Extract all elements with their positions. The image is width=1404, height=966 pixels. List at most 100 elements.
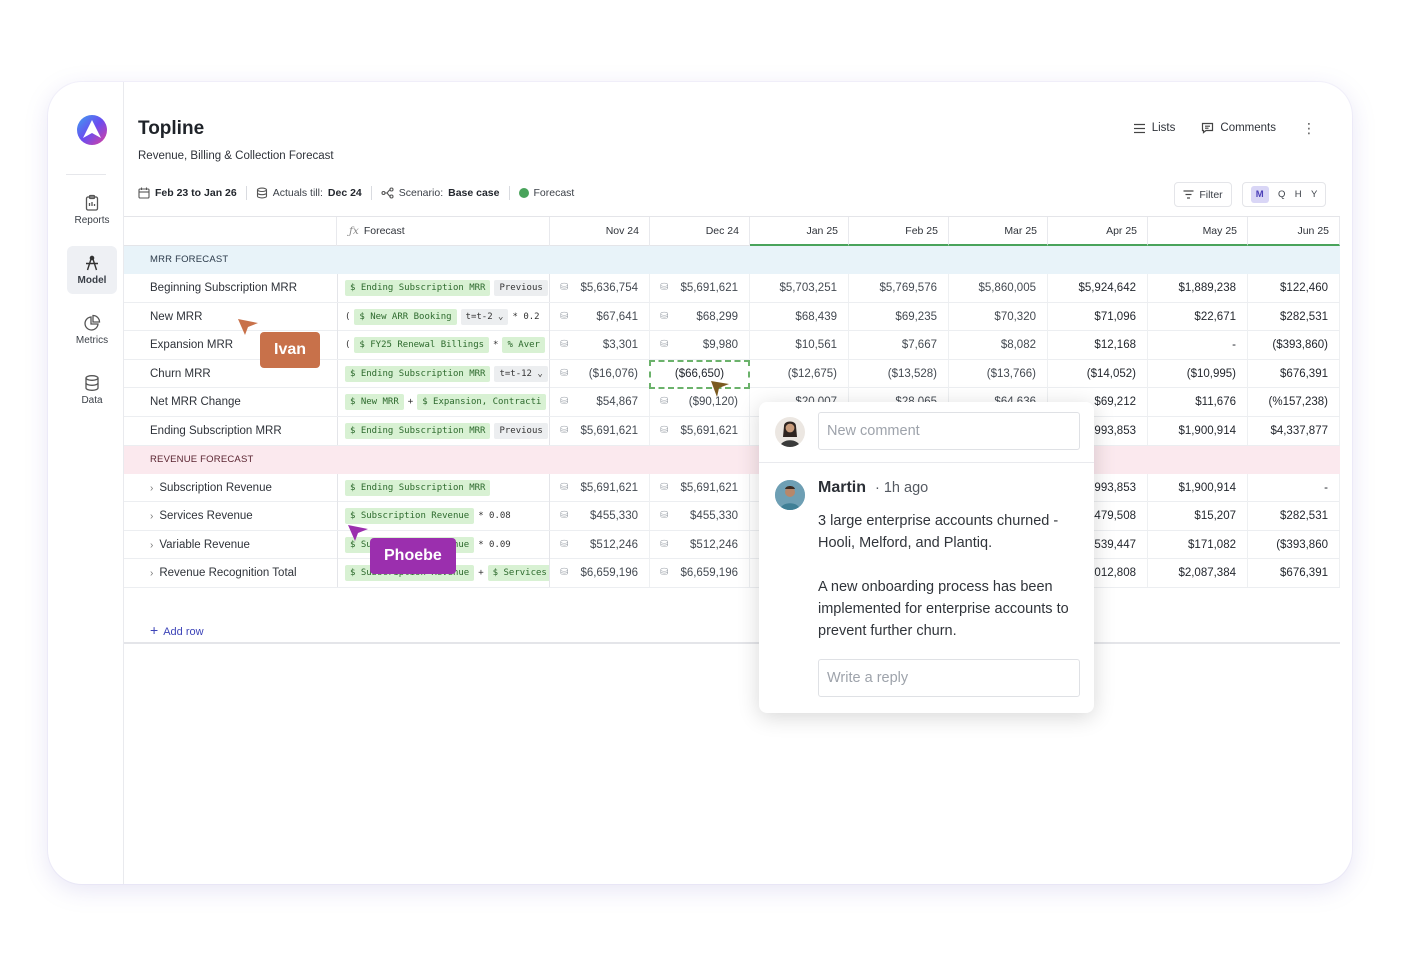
app-logo-icon[interactable]	[76, 114, 108, 146]
reply-input[interactable]: Write a reply	[818, 659, 1080, 697]
table-row[interactable]: Beginning Subscription MRR $ Ending Subsc…	[124, 274, 1340, 303]
new-comment-input[interactable]: New comment	[818, 412, 1080, 450]
formula-chip[interactable]: $ New MRR	[345, 394, 404, 411]
formula-cell[interactable]: $ New MRR + $ Expansion, Contracti	[337, 388, 550, 417]
comment-author[interactable]: Martin	[818, 479, 866, 497]
table-row[interactable]: › Subscription Revenue $ Ending Subscripti…	[124, 473, 1340, 503]
formula-cell[interactable]: $ Ending Subscription MRR Previous	[337, 274, 550, 302]
formula-cell[interactable]: $ Ending Subscription MRR Previous	[337, 417, 550, 445]
formula-chip[interactable]: Previous	[494, 423, 548, 439]
value-cell[interactable]: $171,082	[1148, 530, 1248, 559]
formula-chip[interactable]: t=t-2 ⌄	[460, 308, 509, 325]
value-cell[interactable]: -	[1248, 473, 1340, 502]
value-cell[interactable]: ⛁ ($16,076)	[550, 359, 650, 388]
value-cell[interactable]: ($10,995)	[1148, 359, 1248, 388]
value-cell[interactable]: $5,703,251	[750, 274, 849, 302]
value-cell[interactable]: ⛁ $9,980	[650, 331, 750, 360]
column-header[interactable]: Dec 24	[650, 217, 750, 246]
formula-cell[interactable]: ($ FY25 Renewal Billings *% Aver	[337, 331, 550, 360]
chevron-right-icon[interactable]: ›	[150, 568, 153, 579]
value-cell[interactable]: ⛁ $455,330	[550, 502, 650, 531]
value-cell[interactable]: $5,860,005	[949, 274, 1048, 302]
more-options-icon[interactable]: ⋮	[1302, 121, 1316, 135]
value-cell[interactable]: $282,531	[1248, 502, 1340, 531]
comments-button[interactable]: Comments	[1201, 122, 1276, 134]
value-cell[interactable]: ⛁ $5,691,621	[650, 473, 750, 502]
period-option-q[interactable]: Q	[1278, 189, 1285, 200]
value-cell[interactable]: ⛁ $67,641	[550, 302, 650, 331]
value-cell[interactable]: $12,168	[1048, 331, 1148, 360]
value-cell[interactable]: $71,096	[1048, 302, 1148, 331]
formula-chip[interactable]: $ Services	[487, 565, 549, 582]
table-row[interactable]: Ending Subscription MRR $ Ending Subscrip…	[124, 417, 1340, 446]
value-cell[interactable]: $10,561	[750, 331, 849, 360]
chevron-right-icon[interactable]: ›	[150, 540, 153, 551]
value-cell[interactable]: $122,460	[1248, 274, 1340, 302]
value-cell[interactable]: $69,235	[849, 302, 949, 331]
value-cell[interactable]: $1,889,238	[1148, 274, 1248, 302]
value-cell[interactable]: ⛁ $54,867	[550, 388, 650, 417]
row-name[interactable]: Churn MRR	[150, 360, 211, 388]
scenario-selector[interactable]: Scenario: Base case	[381, 187, 500, 199]
value-cell[interactable]: ⛁ $5,691,621	[550, 417, 650, 445]
row-name[interactable]: Expansion MRR	[150, 331, 233, 359]
value-cell[interactable]: ⛁ $6,659,196	[550, 559, 650, 588]
value-cell[interactable]: ⛁ $512,246	[650, 530, 750, 559]
formula-chip[interactable]: $ Ending Subscription MRR	[345, 479, 491, 496]
formula-chip[interactable]: $ Ending Subscription MRR	[345, 280, 491, 296]
period-option-y[interactable]: Y	[1311, 189, 1317, 200]
lists-button[interactable]: Lists	[1133, 122, 1175, 134]
value-cell[interactable]: $15,207	[1148, 502, 1248, 531]
value-cell[interactable]: $4,337,877	[1248, 417, 1340, 445]
value-cell[interactable]: ⛁ $512,246	[550, 530, 650, 559]
sidebar-item-data[interactable]: Data	[67, 366, 117, 414]
value-cell[interactable]: ⛁ $5,691,621	[650, 417, 750, 445]
formula-chip[interactable]: t=t-12 ⌄	[494, 365, 548, 382]
value-cell[interactable]: $5,769,576	[849, 274, 949, 302]
row-name[interactable]: New MRR	[150, 303, 202, 331]
row-name[interactable]: › Services Revenue	[150, 502, 253, 531]
value-cell[interactable]: $1,900,914	[1148, 417, 1248, 445]
sidebar-item-metrics[interactable]: Metrics	[67, 306, 117, 354]
column-header[interactable]: Jun 25	[1248, 217, 1340, 246]
period-option-h[interactable]: H	[1295, 189, 1302, 200]
value-cell[interactable]: $8,082	[949, 331, 1048, 360]
value-cell[interactable]: $68,439	[750, 302, 849, 331]
formula-chip[interactable]: $ Subscription Revenue	[345, 508, 475, 525]
value-cell[interactable]: ($13,766)	[949, 359, 1048, 388]
value-cell[interactable]: ⛁ $6,659,196	[650, 559, 750, 588]
value-cell[interactable]: $70,320	[949, 302, 1048, 331]
value-cell[interactable]: $22,671	[1148, 302, 1248, 331]
table-row[interactable]: ›Revenue Recognition Total$ Subscription…	[124, 559, 1340, 588]
row-name[interactable]: Beginning Subscription MRR	[150, 274, 297, 302]
row-name[interactable]: › Revenue Recognition Total	[150, 559, 297, 588]
formula-chip[interactable]: Previous	[494, 280, 548, 296]
sidebar-item-reports[interactable]: Reports	[67, 186, 117, 234]
value-cell[interactable]: ($14,052)	[1048, 359, 1148, 388]
sidebar-item-model[interactable]: Model	[67, 246, 117, 294]
formula-chip[interactable]: $ Ending Subscription MRR	[345, 365, 491, 382]
value-cell[interactable]: ($12,675)	[750, 359, 849, 388]
column-header[interactable]: May 25	[1148, 217, 1248, 246]
column-header[interactable]: Nov 24	[550, 217, 650, 246]
value-cell[interactable]: ($13,528)	[849, 359, 949, 388]
add-row-button[interactable]: + Add row	[150, 622, 204, 638]
value-cell[interactable]: $1,900,914	[1148, 473, 1248, 502]
row-name[interactable]: › Variable Revenue	[150, 531, 250, 560]
value-cell[interactable]: $2,087,384	[1148, 559, 1248, 588]
table-row[interactable]: Net MRR Change $ New MRR + $ Expansion, Con…	[124, 388, 1340, 417]
value-cell[interactable]: $11,676	[1148, 388, 1248, 417]
table-row[interactable]: New MRR ($ New ARR Booking t=t-2 ⌄ * 0.2 ⛁ $6…	[124, 302, 1340, 332]
column-header[interactable]: Feb 25	[849, 217, 949, 246]
formula-cell[interactable]: $ Ending Subscription MRR	[337, 473, 550, 502]
formula-chip[interactable]: $ FY25 Renewal Billings	[354, 337, 490, 354]
value-cell[interactable]: ⛁ $5,691,621	[650, 274, 750, 302]
selected-cell[interactable]: ($66,650)	[649, 360, 750, 389]
value-cell[interactable]: ⛁ $5,636,754	[550, 274, 650, 302]
actuals-selector[interactable]: Actuals till: Dec 24	[256, 187, 362, 199]
period-option-m[interactable]: M	[1250, 186, 1269, 203]
value-cell[interactable]: ⛁ $455,330	[650, 502, 750, 531]
formula-chip[interactable]: $ Ending Subscription MRR	[345, 423, 491, 439]
table-row[interactable]: › Services Revenue $ Subscription Revenue *…	[124, 502, 1340, 531]
value-cell[interactable]: $282,531	[1248, 302, 1340, 331]
